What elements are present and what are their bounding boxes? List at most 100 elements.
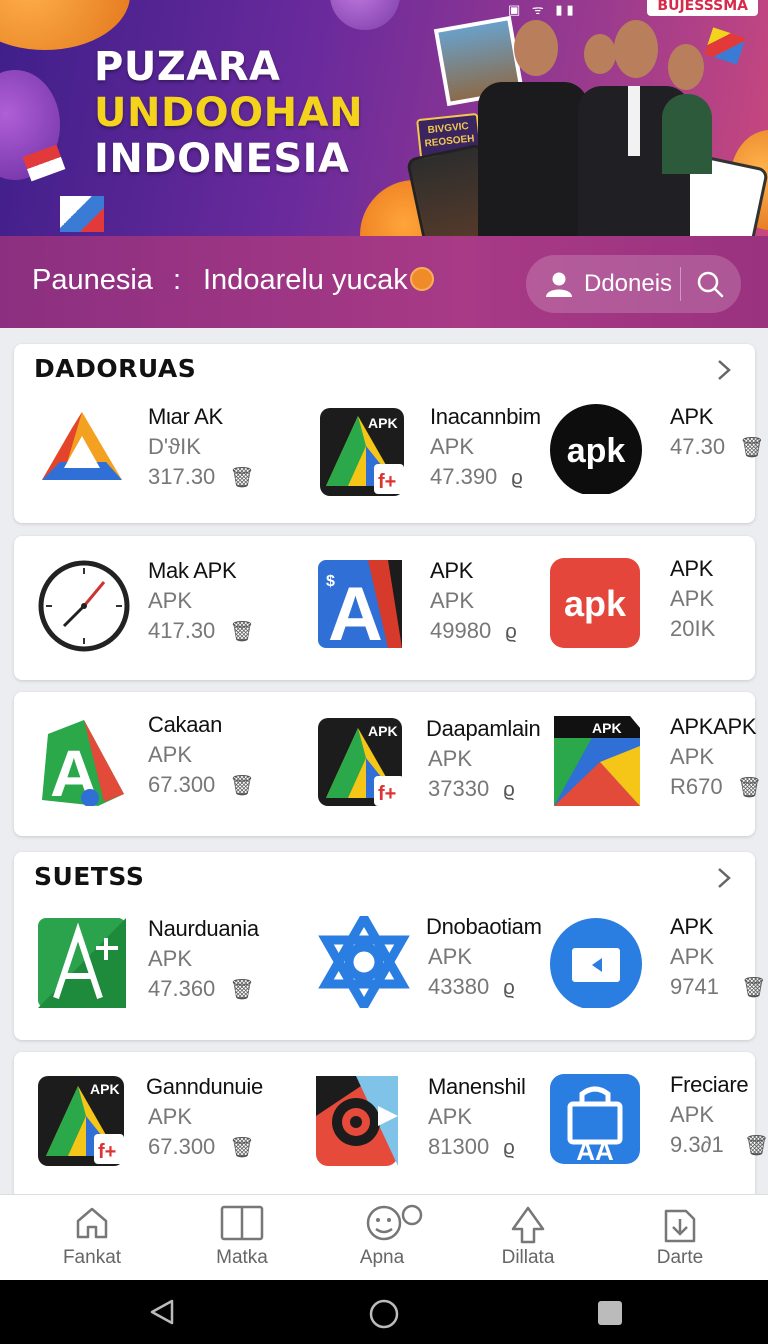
app-name: Daapamlain xyxy=(426,716,541,741)
user-icon[interactable] xyxy=(544,271,574,297)
info-icon[interactable]: ϱ xyxy=(503,1137,514,1160)
app-item[interactable]: APK f+ Daapamlain APK 37330 ϱ xyxy=(318,716,558,828)
tri-drive-icon xyxy=(42,412,122,480)
app-item[interactable]: A $ APK APK 49980 ϱ xyxy=(318,558,558,670)
chevron-right-icon[interactable] xyxy=(711,866,735,890)
info-icon[interactable]: ϱ xyxy=(511,467,522,490)
app-item[interactable]: Mιar AK D'ϑIK 317.30 🗑 xyxy=(36,404,276,516)
svg-text:$: $ xyxy=(326,573,335,590)
app-name: APK xyxy=(670,404,714,429)
blue-star-icon xyxy=(318,916,410,1008)
app-subtitle: APK xyxy=(430,588,475,613)
search-icon[interactable] xyxy=(696,270,724,298)
app-name: APK xyxy=(670,914,714,939)
svg-text:A: A xyxy=(328,572,383,652)
tab-matka[interactable]: Matka xyxy=(182,1195,302,1281)
recents-icon[interactable] xyxy=(597,1300,623,1326)
info-icon[interactable]: ϱ xyxy=(503,779,514,802)
promo-banner[interactable]: PUZARA UNDOOHAN INDONESIA ▣ ᯤ ▮▮ BUJESSS… xyxy=(0,0,768,236)
trash-icon[interactable]: 🗑 xyxy=(229,773,254,798)
app-item[interactable]: AA Freciare APK 9.3∂1 🗑 xyxy=(550,1072,768,1184)
header-subtitle: Indoarelu yucak xyxy=(203,264,408,296)
chevron-right-icon[interactable] xyxy=(711,358,735,382)
trash-icon[interactable]: 🗑 xyxy=(744,1133,768,1158)
clock-icon xyxy=(38,560,130,652)
app-meta: 49980 ϱ xyxy=(430,618,517,644)
app-item[interactable]: APK APK 9741 🗑 xyxy=(550,914,768,1026)
trash-icon[interactable]: 🗑 xyxy=(741,975,766,1000)
back-icon[interactable] xyxy=(148,1298,176,1326)
info-icon[interactable]: ϱ xyxy=(503,977,514,1000)
app-subtitle: APK xyxy=(670,1102,715,1127)
app-item[interactable]: APK f+ Ganndunuie APK 67.300 🗑 xyxy=(38,1074,278,1186)
app-item[interactable]: Dnobaotiam APK 43380 ϱ xyxy=(318,914,558,1026)
green-ruler-icon xyxy=(38,918,126,1008)
app-name: APK xyxy=(670,556,714,581)
status-icons: ▣ ᯤ ▮▮ xyxy=(508,2,578,17)
section-card: Mak APK APK 417.30 🗑 A $ APK APK 49980 ϱ ap… xyxy=(14,536,755,680)
tab-dillata[interactable]: Dillata xyxy=(468,1195,588,1281)
header-brand: Paunesia xyxy=(32,264,153,296)
account-search-pill[interactable]: Ddoneis xyxy=(526,255,741,313)
app-meta: 9.3∂1 🗑 xyxy=(670,1132,768,1158)
app-item[interactable]: APK f+ Inacannbim APK 47.390 ϱ xyxy=(318,404,558,516)
app-meta: 317.30 🗑 xyxy=(148,464,255,490)
header-text: Paunesia: Indoarelu yucak xyxy=(32,264,434,297)
app-name: Mιar AK xyxy=(148,404,223,429)
tab-fankat[interactable]: Fankat xyxy=(32,1195,152,1281)
app-item[interactable]: Mak APK APK 417.30 🗑 xyxy=(38,558,278,670)
svg-text:apk: apk xyxy=(567,432,626,470)
app-header: Paunesia: Indoarelu yucak Ddoneis xyxy=(0,236,768,328)
home-circle-icon[interactable] xyxy=(368,1298,400,1330)
svg-text:f+: f+ xyxy=(378,783,396,805)
face-icon xyxy=(366,1204,423,1241)
person-decoration xyxy=(478,20,588,236)
header-separator: : xyxy=(172,264,181,296)
app-meta: 9741 🗑 xyxy=(670,974,767,1000)
app-meta: 47.360 🗑 xyxy=(148,976,255,1002)
flag-decoration xyxy=(60,196,104,232)
app-name: Freciare xyxy=(670,1072,749,1097)
app-item[interactable]: apk APK 47.30 🗑 xyxy=(550,402,768,512)
arrow-up-icon xyxy=(511,1206,545,1244)
info-icon[interactable]: ϱ xyxy=(505,621,516,644)
trash-icon[interactable]: 🗑 xyxy=(229,1135,254,1160)
emoji-icon xyxy=(409,267,434,291)
app-item[interactable]: apk APK APK 20IK xyxy=(550,556,768,668)
section-title: SUETSS xyxy=(34,862,145,891)
tab-apna[interactable]: Apna xyxy=(322,1195,442,1281)
app-item[interactable]: Manenshil APK 81300 ϱ xyxy=(316,1074,556,1186)
tab-darte[interactable]: Darte xyxy=(620,1195,740,1281)
app-meta: 67.300 🗑 xyxy=(148,772,255,798)
account-label[interactable]: Ddoneis xyxy=(584,270,672,298)
trash-icon[interactable]: 🗑 xyxy=(229,977,254,1002)
tab-label: Apna xyxy=(359,1247,405,1268)
svg-text:AA: AA xyxy=(576,1136,614,1166)
section-card: A Cakaan APK 67.300 🗑 APK f+ Daapamlain AP… xyxy=(14,692,762,836)
app-item[interactable]: Naurduania APK 47.360 🗑 xyxy=(38,916,278,1028)
banner-title-line2: UNDOOHAN xyxy=(94,90,364,136)
trash-icon[interactable]: 🗑 xyxy=(229,465,254,490)
app-meta: 67.300 🗑 xyxy=(148,1134,255,1160)
apk-dark-icon: APK f+ xyxy=(320,408,404,496)
home-icon xyxy=(76,1207,108,1239)
banner-title-line3: INDONESIA xyxy=(94,136,350,182)
svg-text:apk: apk xyxy=(564,583,627,624)
app-meta: 43380 ϱ xyxy=(428,974,515,1000)
app-item[interactable]: A Cakaan APK 67.300 🗑 xyxy=(38,712,278,824)
app-name: Mak APK xyxy=(148,558,237,583)
app-meta: 20IK xyxy=(670,616,716,641)
app-subtitle: APK xyxy=(670,744,715,769)
tab-label: Dillata xyxy=(501,1247,555,1268)
app-subtitle: APK xyxy=(670,586,715,611)
app-item[interactable]: APK APKAPK APK R670 🗑 xyxy=(554,714,768,826)
app-name: Naurduania xyxy=(148,916,259,941)
trash-icon[interactable]: 🗑 xyxy=(737,775,762,800)
trash-icon[interactable]: 🗑 xyxy=(229,619,254,644)
bag-icon: AA xyxy=(550,1074,640,1166)
balloon-decoration xyxy=(0,0,130,50)
app-name: Manenshil xyxy=(428,1074,526,1099)
trash-icon[interactable]: 🗑 xyxy=(739,435,764,460)
app-meta: 37330 ϱ xyxy=(428,776,515,802)
app-meta: 47.390 ϱ xyxy=(430,464,523,490)
